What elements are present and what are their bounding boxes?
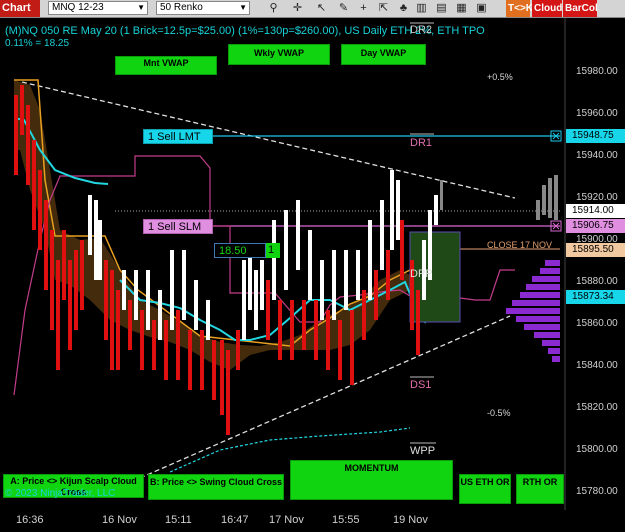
tpo-profile bbox=[506, 260, 560, 362]
rth-or-button[interactable]: RTH OR bbox=[516, 474, 564, 504]
position-qty[interactable]: 1 bbox=[266, 243, 280, 258]
time-tick: 17 Nov bbox=[269, 514, 304, 526]
time-tick: 19 Nov bbox=[393, 514, 428, 526]
time-tick: 16 Nov bbox=[102, 514, 137, 526]
price-tick: 15920.00 bbox=[576, 192, 618, 203]
time-tick: 16:47 bbox=[221, 514, 249, 526]
renko-bricks bbox=[14, 85, 558, 435]
ds1-label: DS1 bbox=[410, 379, 432, 391]
price-tick: 15800.00 bbox=[576, 444, 618, 455]
time-tick: 15:11 bbox=[165, 514, 192, 526]
month-vwap-button[interactable]: Mnt VWAP bbox=[115, 56, 217, 75]
sell-slm-price-tag: 15906.75 bbox=[566, 219, 625, 233]
price-tick: 15820.00 bbox=[576, 402, 618, 413]
close-17-nov-label: CLOSE 17 NOV bbox=[487, 240, 553, 250]
swing-cloud-cross-button[interactable]: B: Price <> Swing Cloud Cross bbox=[148, 474, 284, 500]
dpp-label: DPP bbox=[410, 268, 433, 280]
dr2-label: DR2 bbox=[410, 24, 433, 36]
us-eth-or-button[interactable]: US ETH OR bbox=[459, 474, 511, 504]
chart-subtitle: 0.11% = 18.25 bbox=[5, 38, 70, 49]
current-price-tag: 15914.00 bbox=[566, 204, 625, 218]
momentum-button[interactable]: MOMENTUM bbox=[290, 460, 453, 500]
sell-slm-order[interactable]: 1 Sell SLM bbox=[143, 219, 213, 234]
percent-upper: +0.5% bbox=[487, 72, 513, 82]
copyright-watermark: © 2023 NinjaTrader, LLC bbox=[5, 488, 116, 499]
price-tick: 15880.00 bbox=[576, 276, 618, 287]
sell-lmt-price-tag: 15948.75 bbox=[566, 129, 625, 143]
sell-lmt-order[interactable]: 1 Sell LMT bbox=[143, 129, 213, 144]
price-tick: 15980.00 bbox=[576, 66, 618, 77]
dr1-label: DR1 bbox=[410, 137, 433, 149]
last-price-tag: 15873.34 bbox=[566, 290, 625, 304]
position-pnl[interactable]: 18.50 bbox=[214, 243, 266, 258]
day-vwap-button[interactable]: Day VWAP bbox=[341, 44, 426, 65]
price-chart[interactable] bbox=[0, 0, 625, 532]
price-tick: 15860.00 bbox=[576, 318, 618, 329]
time-tick: 15:55 bbox=[332, 514, 360, 526]
week-vwap-button[interactable]: Wkly VWAP bbox=[228, 44, 330, 65]
wpp-label: WPP bbox=[410, 445, 436, 457]
price-tick: 15940.00 bbox=[576, 150, 618, 161]
price-tick: 15780.00 bbox=[576, 486, 618, 497]
time-tick: 16:36 bbox=[16, 514, 44, 526]
price-tick: 15960.00 bbox=[576, 108, 618, 119]
price-tick: 15840.00 bbox=[576, 360, 618, 371]
close-price-tag: 15895.50 bbox=[566, 243, 625, 257]
percent-lower: -0.5% bbox=[487, 408, 511, 418]
